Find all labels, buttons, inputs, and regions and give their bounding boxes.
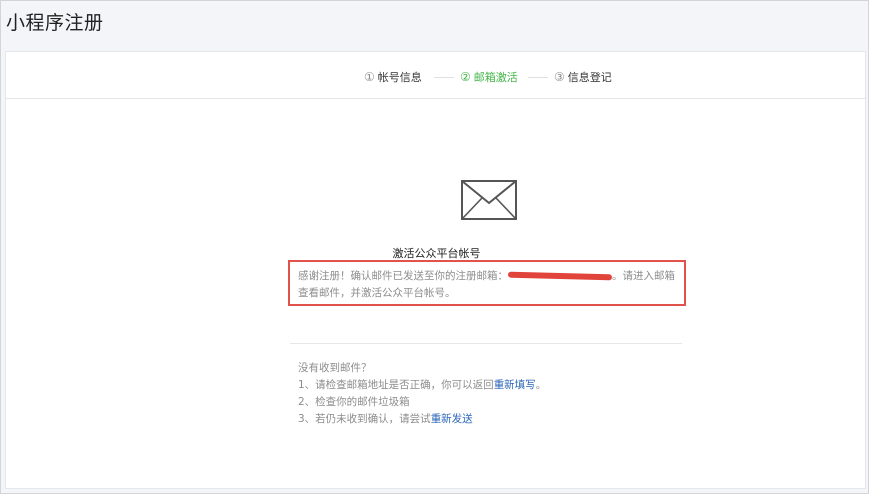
step-label: 帐号信息 <box>377 71 422 84</box>
help-title: 没有收到邮件？ <box>298 362 372 374</box>
help-item-2: 2、检查你的邮件垃圾箱 <box>298 396 410 408</box>
refill-link[interactable]: 重新填写 <box>494 379 536 391</box>
divider <box>290 343 682 344</box>
redacted-email <box>507 271 613 281</box>
step-info-registration: ③ 信息登记 <box>554 69 612 85</box>
help-item-3-text: 3、若仍未收到确认，请尝试 <box>298 413 431 425</box>
envelope-icon <box>461 180 517 220</box>
help-section: 没有收到邮件？ 1、请检查邮箱地址是否正确，你可以返回重新填写。 2、检查你的邮… <box>298 360 546 428</box>
step-indicator: ① 帐号信息 ② 邮箱激活 ③ 信息登记 <box>6 52 865 99</box>
help-item-1-end: 。 <box>535 379 547 391</box>
step-number: ② <box>460 70 471 84</box>
page-title: 小程序注册 <box>6 12 104 34</box>
step-connector <box>528 77 548 78</box>
step-label: 信息登记 <box>567 71 612 84</box>
step-account-info: ① 帐号信息 <box>364 69 422 85</box>
resend-link[interactable]: 重新发送 <box>431 413 473 425</box>
activation-headline: 激活公众平台帐号 <box>392 247 481 260</box>
step-email-activation: ② 邮箱激活 <box>460 69 518 85</box>
registration-card: ① 帐号信息 ② 邮箱激活 ③ 信息登记 激活公众平台帐号 感谢注册！确认邮件已发送至… <box>5 51 866 489</box>
confirmation-notice-highlight: 感谢注册！确认邮件已发送至你的注册邮箱： 。请进入邮箱查看邮件，并激活公众平台帐号… <box>288 260 686 306</box>
step-connector <box>434 77 454 78</box>
step-number: ③ <box>554 70 565 84</box>
window-frame: 小程序注册 ① 帐号信息 ② 邮箱激活 ③ 信息登记 激活公众平台帐号 感谢注册！ <box>0 0 869 494</box>
confirmation-notice: 感谢注册！确认邮件已发送至你的注册邮箱： 。请进入邮箱查看邮件，并激活公众平台帐号… <box>298 268 676 302</box>
help-item-1: 1、请检查邮箱地址是否正确，你可以返回重新填写。 <box>298 377 546 394</box>
help-item-3: 3、若仍未收到确认，请尝试重新发送 <box>298 411 546 428</box>
help-item-1-text: 1、请检查邮箱地址是否正确，你可以返回 <box>298 379 494 391</box>
step-label: 邮箱激活 <box>473 71 518 84</box>
notice-prefix: 感谢注册！确认邮件已发送至你的注册邮箱： <box>298 270 508 282</box>
page-header: 小程序注册 <box>1 1 868 51</box>
step-number: ① <box>364 70 375 84</box>
